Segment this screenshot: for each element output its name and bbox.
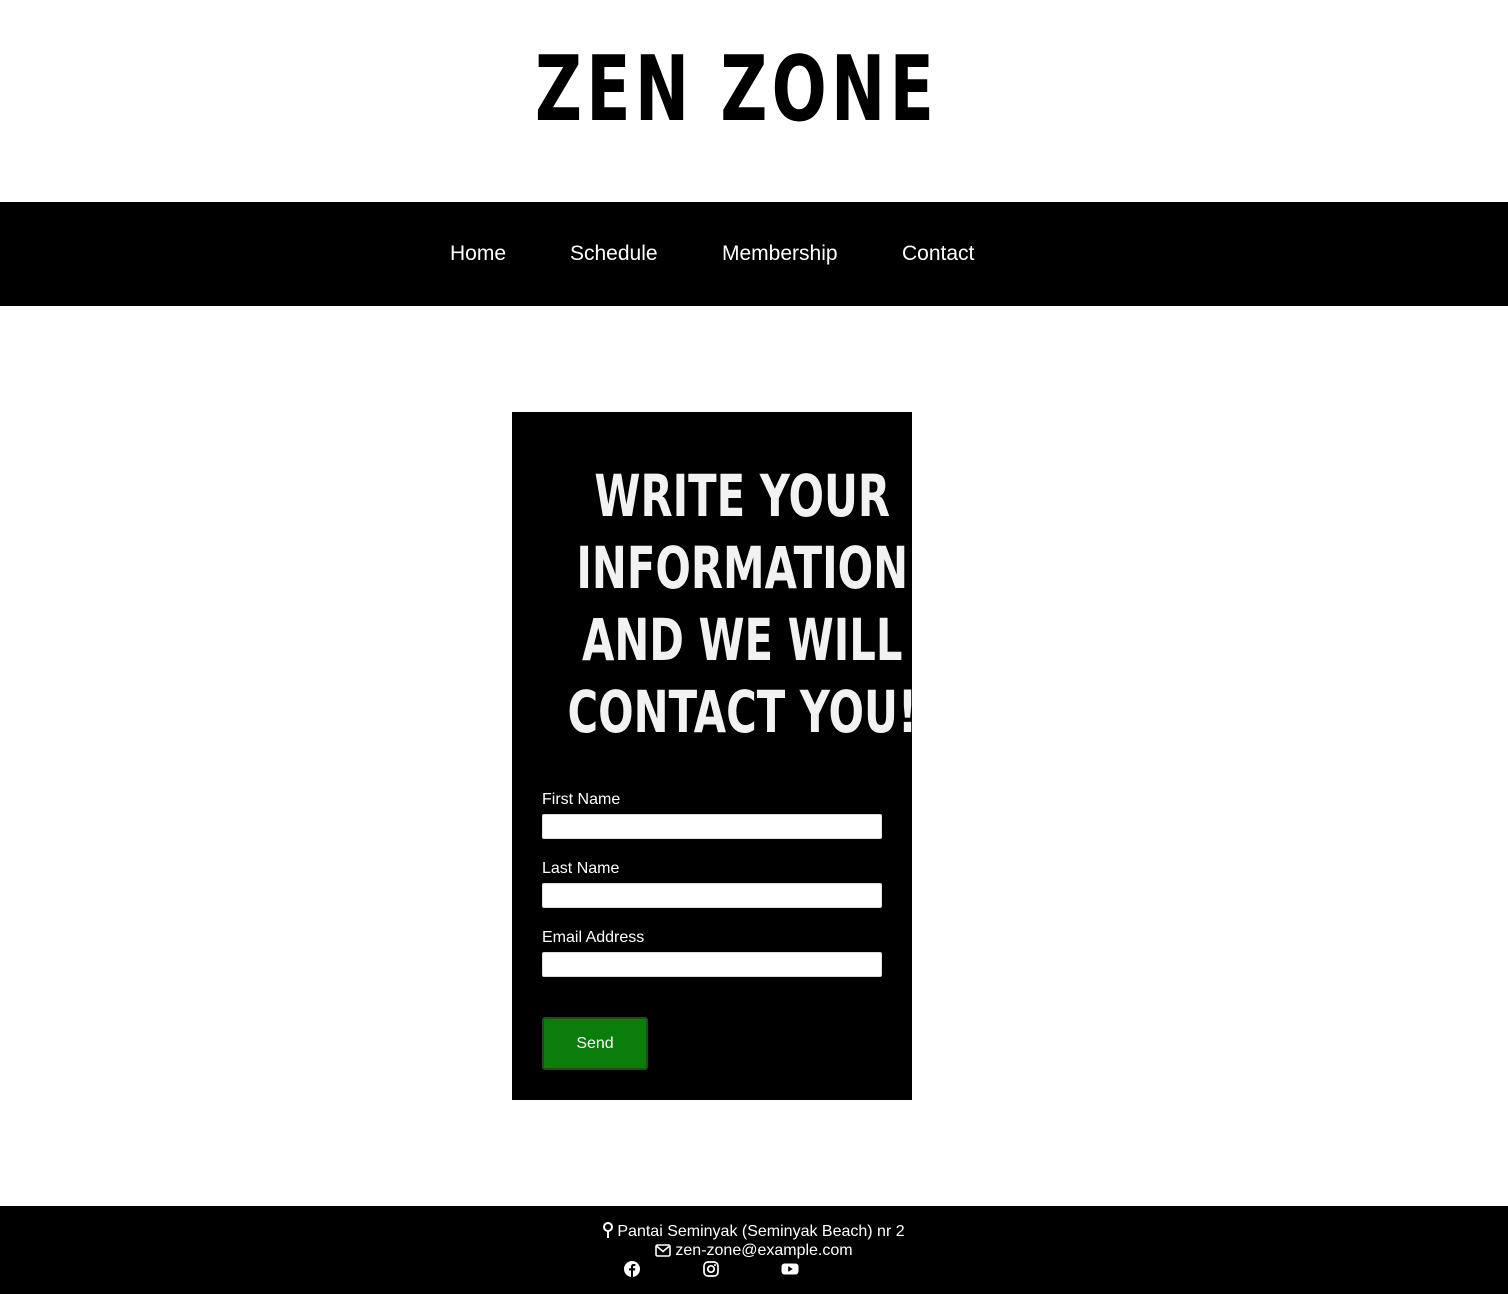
footer-email[interactable]: zen-zone@example.com [675, 1242, 852, 1259]
first-name-input[interactable] [542, 814, 882, 839]
nav-item-home[interactable]: Home [450, 202, 506, 306]
footer-address-line: Pantai Seminyak (Seminyak Beach) nr 2 [0, 1222, 1508, 1243]
site-header: ZEN ZONE [0, 0, 1508, 202]
youtube-icon[interactable] [781, 1260, 799, 1278]
footer-email-line: zen-zone@example.com [0, 1241, 1508, 1262]
nav-item-membership[interactable]: Membership [722, 202, 838, 306]
envelope-icon [655, 1243, 672, 1262]
last-name-input[interactable] [542, 883, 882, 908]
footer-address: Pantai Seminyak (Seminyak Beach) nr 2 [617, 1223, 905, 1240]
instagram-icon[interactable] [702, 1260, 720, 1278]
nav-item-schedule[interactable]: Schedule [570, 202, 658, 306]
email-address-label: Email Address [542, 929, 645, 946]
form-heading-line: CONTACT YOU! [567, 678, 918, 746]
facebook-icon[interactable] [623, 1260, 641, 1278]
form-heading-line: WRITE YOUR [594, 462, 891, 530]
nav-item-contact[interactable]: Contact [902, 202, 974, 306]
form-heading-line: INFORMATION [576, 534, 909, 602]
last-name-label: Last Name [542, 860, 620, 877]
site-footer: Pantai Seminyak (Seminyak Beach) nr 2 ze… [0, 1206, 1508, 1294]
email-address-input[interactable] [542, 952, 882, 977]
brand-logo[interactable]: ZEN ZONE [535, 40, 934, 140]
first-name-label: First Name [542, 791, 621, 808]
form-heading-line: AND WE WILL [582, 606, 903, 674]
form-heading: WRITE YOUR INFORMATION AND WE WILL CONTA… [199, 460, 1285, 750]
main-nav: Home Schedule Membership Contact [0, 202, 1508, 306]
send-button[interactable]: Send [542, 1017, 648, 1070]
map-pin-icon [603, 1222, 614, 1243]
